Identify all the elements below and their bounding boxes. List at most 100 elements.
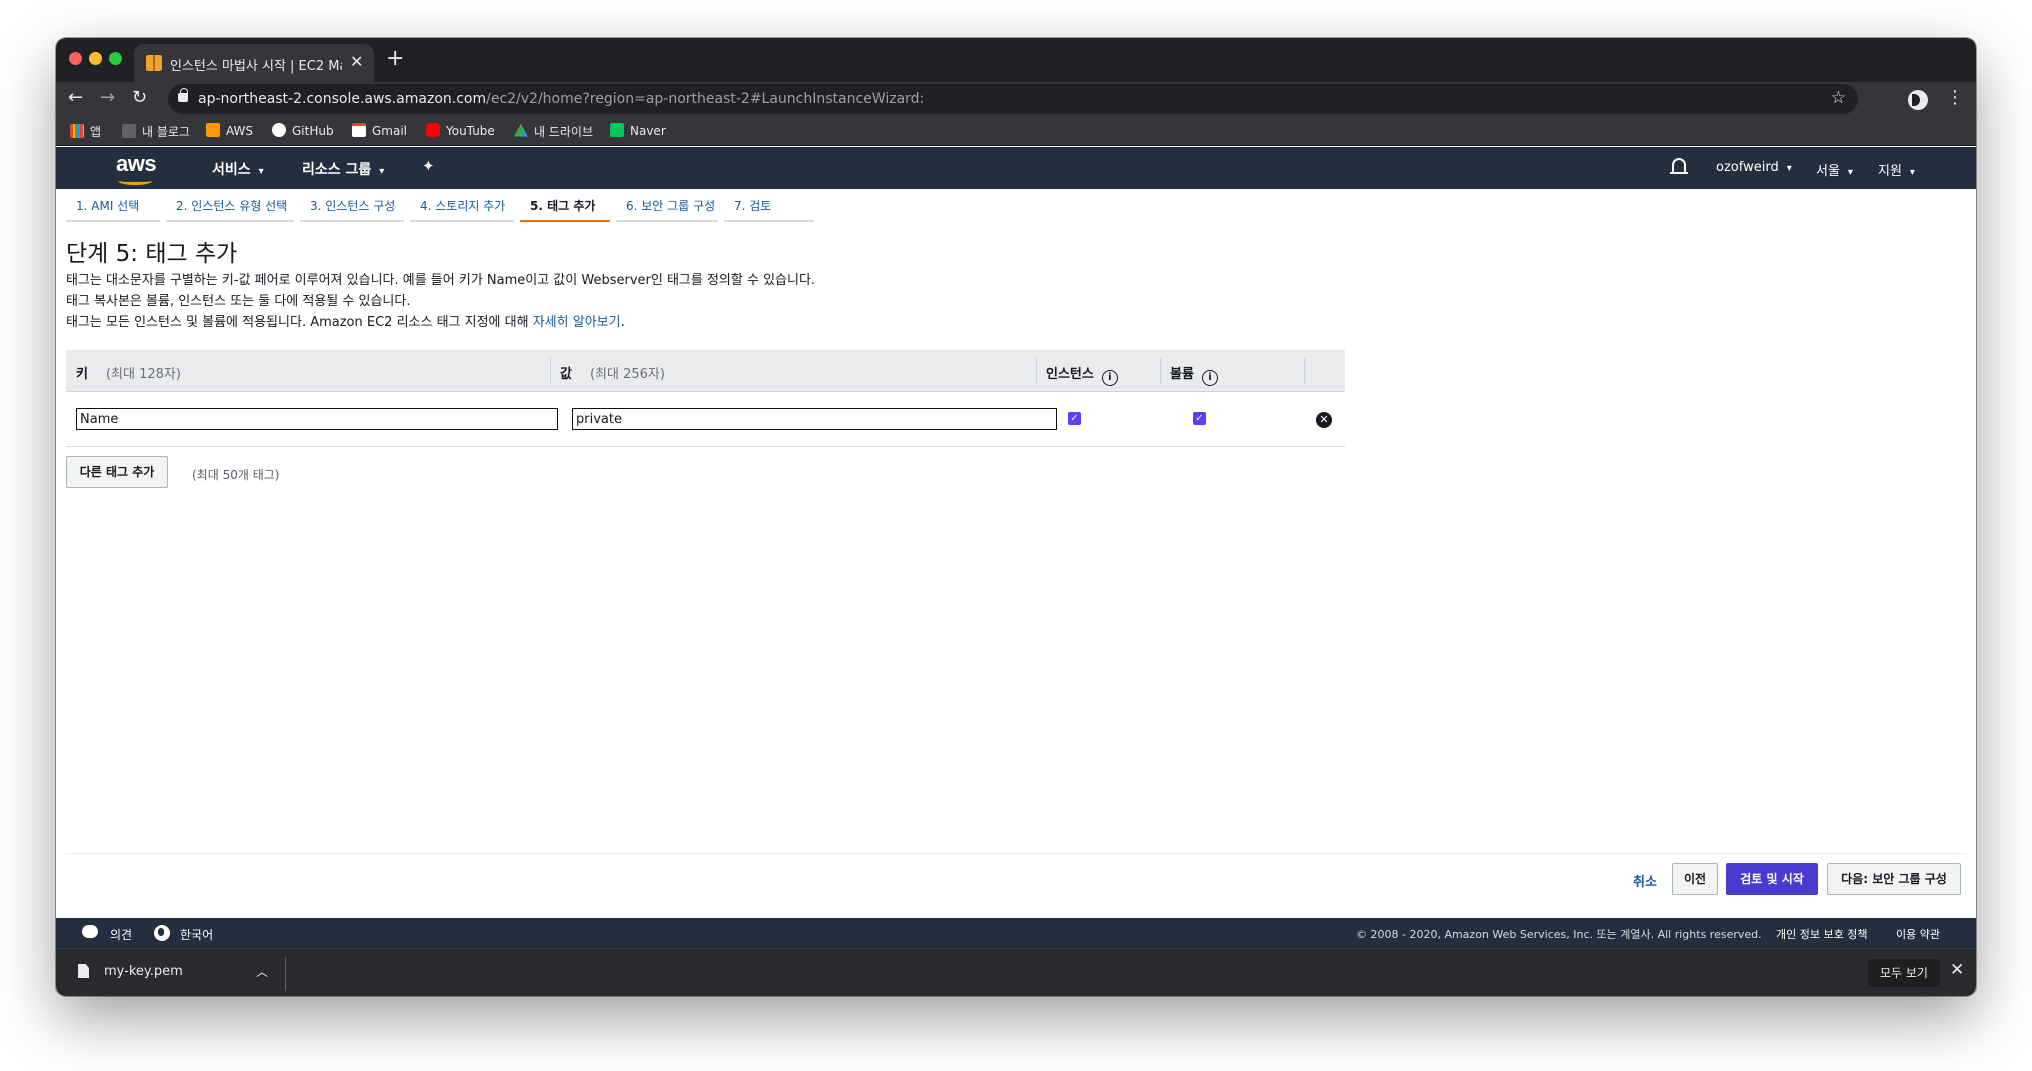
tag-row: ✓ ✓ ✕ [66,392,1345,447]
previous-button[interactable]: 이전 [1672,863,1718,895]
cancel-button[interactable]: 취소 [1633,871,1657,890]
support-menu[interactable]: 지원 ▾ [1878,160,1915,179]
bookmark-github[interactable]: GitHub [272,123,334,138]
url-text[interactable]: ap-northeast-2.console.aws.amazon.com/ec… [198,91,924,107]
close-tab-icon[interactable]: ✕ [350,52,363,71]
browser-menu-icon[interactable]: ⋮ [1946,87,1964,108]
next-security-group-button[interactable]: 다음: 보안 그룹 구성 [1827,863,1961,895]
chevron-down-icon: ▾ [379,166,385,177]
naver-icon [610,123,624,137]
show-all-button[interactable]: 모두 보기 [1868,959,1940,987]
step-content: 단계 5: 태그 추가 태그는 대소문자를 구별하는 키-값 페어로 이루어져 … [66,234,815,333]
instance-checkbox[interactable]: ✓ [1068,412,1081,425]
bookmark-gmail[interactable]: Gmail [352,123,407,138]
downloads-bar: my-key.pem ︿ 모두 보기 ✕ [56,948,1976,996]
tab-title: 인스턴스 마법사 시작 | EC2 Management Console [170,59,342,74]
aws-logo[interactable]: aws [116,151,157,177]
copyright-text: © 2008 - 2020, Amazon Web Services, Inc.… [1356,928,1762,941]
resource-groups-menu[interactable]: 리소스 그룹 ▾ [302,159,384,179]
aws-console-header: aws 서비스 ▾ 리소스 그룹 ▾ ✦ ozofweird ▾ 서울 ▾ 지원 ▾ [56,147,1976,189]
add-tag-button[interactable]: 다른 태그 추가 [66,456,168,488]
browser-toolbar: ← → ↻ ap-northeast-2.console.aws.amazon.… [56,82,1976,116]
bookmark-star-icon[interactable]: ☆ [1831,88,1846,108]
feedback-link[interactable]: 의견 [110,926,132,943]
tag-key-input[interactable] [76,408,558,430]
bell-icon[interactable] [1670,158,1688,174]
remove-tag-icon[interactable]: ✕ [1316,412,1332,428]
volume-checkbox[interactable]: ✓ [1193,412,1206,425]
step-instance-type[interactable]: 2. 인스턴스 유형 선택 [166,194,294,222]
bookmark-blog[interactable]: 내 블로그 [122,123,190,140]
bookmarks-bar: 앱 내 블로그 AWS GitHub Gmail YouTube 내 드라이브 … [56,116,1976,146]
services-menu[interactable]: 서비스 ▾ [212,159,264,179]
page-description: 태그는 대소문자를 구별하는 키-값 페어로 이루어져 있습니다. 예를 들어 … [66,273,816,330]
learn-more-link[interactable]: 자세히 알아보기 [533,315,621,330]
bookmark-drive[interactable]: 내 드라이브 [514,123,593,140]
bookmark-apps[interactable]: 앱 [70,123,101,140]
region-menu[interactable]: 서울 ▾ [1816,160,1853,179]
column-divider [1036,358,1037,384]
info-icon[interactable]: i [1201,370,1218,386]
file-icon [78,964,89,978]
apps-grid-icon [70,124,84,138]
forward-arrow-icon[interactable]: → [100,88,115,108]
maximize-window-button[interactable] [109,52,122,65]
new-tab-button[interactable]: + [386,47,404,71]
chevron-down-icon: ▾ [1909,167,1915,178]
review-launch-button[interactable]: 검토 및 시작 [1726,863,1818,895]
globe-icon [154,925,170,941]
aws-smile-icon [118,177,152,185]
column-divider [550,358,551,384]
chevron-down-icon: ▾ [1786,163,1792,174]
minimize-window-button[interactable] [89,52,102,65]
gmail-icon [352,123,366,137]
key-column-header: 키 (최대 128자) [76,367,181,382]
github-icon [272,123,286,137]
google-drive-icon [514,124,528,137]
add-tag-hint: (최대 50개 태그) [192,468,280,482]
extension-icon[interactable] [1908,90,1928,110]
instance-column-header: 인스턴스 i [1046,363,1118,386]
column-divider [1304,358,1305,384]
chevron-down-icon: ▾ [1847,167,1853,178]
volume-column-header: 볼륨 i [1170,363,1218,386]
language-selector[interactable]: 한국어 [180,926,213,943]
terms-link[interactable]: 이용 약관 [1896,926,1940,942]
download-item[interactable]: my-key.pem [104,964,183,979]
column-divider [1160,358,1161,384]
aws-cube-icon [206,123,220,137]
youtube-icon [426,123,440,137]
close-window-button[interactable] [69,52,82,65]
tag-table: 키(최대 128자) 값(최대 256자) 인스턴스i 볼륨i ✓ ✓ ✕ [66,350,1345,447]
step-ami[interactable]: 1. AMI 선택 [66,194,160,222]
page-title: 단계 5: 태그 추가 [66,241,238,267]
bookmark-youtube[interactable]: YouTube [426,123,495,138]
tab-strip: 인스턴스 마법사 시작 | EC2 Management Console ✕ + [56,38,1976,82]
step-review[interactable]: 7. 검토 [724,194,814,222]
account-menu[interactable]: ozofweird ▾ [1716,160,1792,175]
step-tags[interactable]: 5. 태그 추가 [520,194,610,222]
reload-icon[interactable]: ↻ [132,88,147,108]
speech-bubble-icon [82,925,98,938]
close-downloads-icon[interactable]: ✕ [1950,960,1964,980]
tag-value-input[interactable] [572,408,1057,430]
actions-divider [66,853,1966,854]
bookmark-naver[interactable]: Naver [610,123,666,138]
chevron-up-icon[interactable]: ︿ [256,963,268,980]
lock-icon [178,88,188,102]
step-security-group[interactable]: 6. 보안 그룹 구성 [616,194,718,222]
step-storage[interactable]: 4. 스토리지 추가 [410,194,514,222]
bookmark-aws[interactable]: AWS [206,123,253,138]
address-bar[interactable]: ap-northeast-2.console.aws.amazon.com/ec… [168,84,1858,114]
browser-tab-active[interactable]: 인스턴스 마법사 시작 | EC2 Management Console ✕ [134,44,374,82]
pin-icon[interactable]: ✦ [422,157,435,175]
blog-icon [122,124,136,138]
back-arrow-icon[interactable]: ← [68,88,83,108]
privacy-policy-link[interactable]: 개인 정보 보호 정책 [1776,926,1867,942]
value-column-header: 값 (최대 256자) [560,367,665,382]
step-configure[interactable]: 3. 인스턴스 구성 [300,194,404,222]
aws-console-footer: 의견 한국어 © 2008 - 2020, Amazon Web Service… [56,918,1976,948]
aws-favicon-icon [146,55,162,71]
divider [285,957,286,991]
info-icon[interactable]: i [1101,370,1118,386]
